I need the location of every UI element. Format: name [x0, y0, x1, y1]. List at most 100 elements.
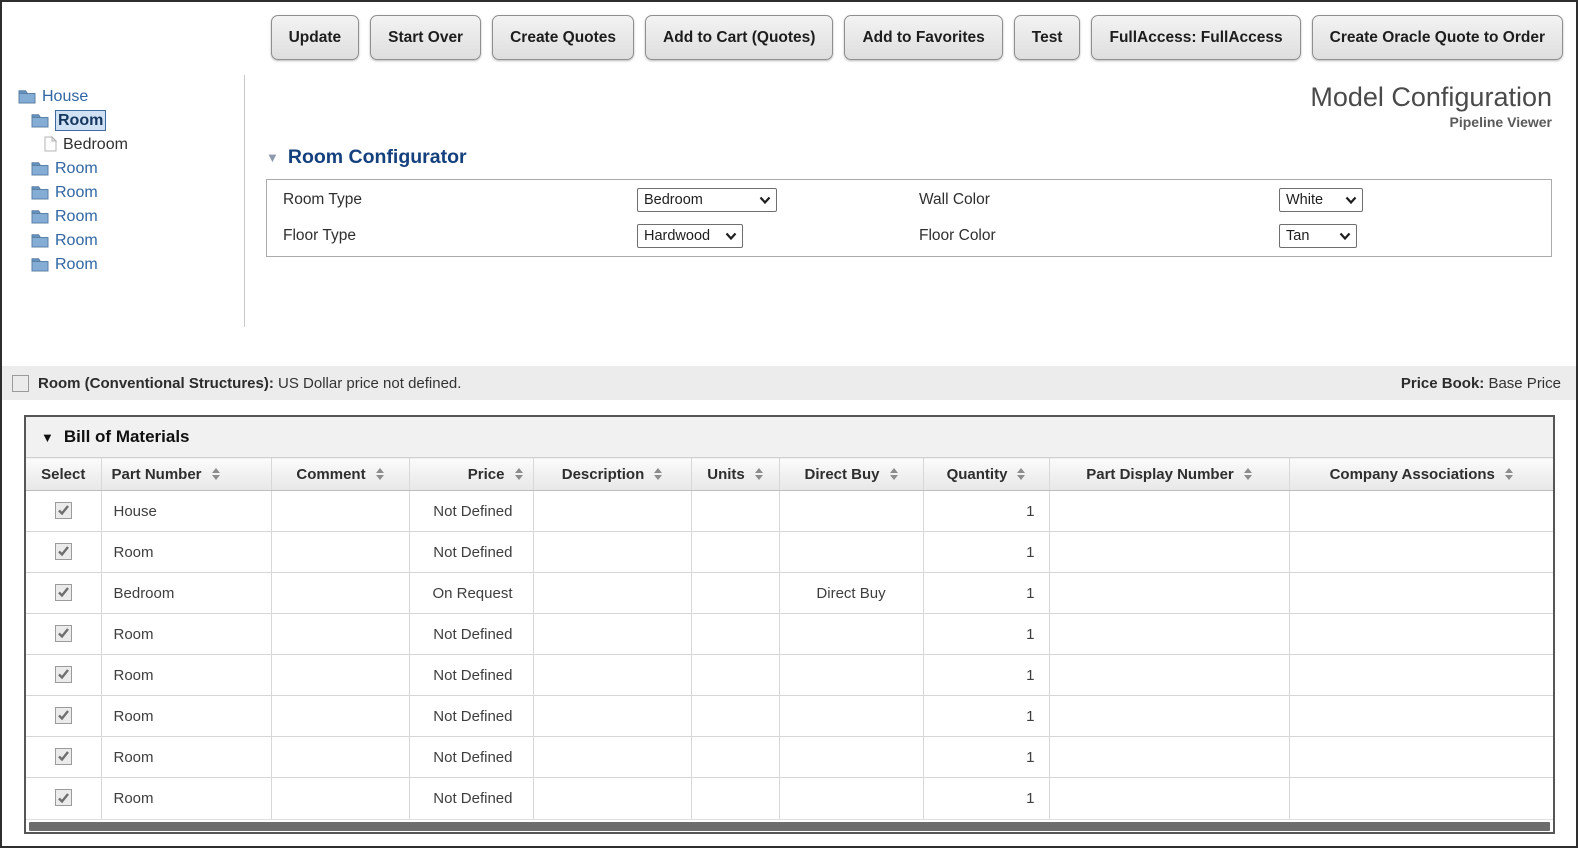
bill-of-materials-panel: ▼ Bill of Materials Select Part Number Com…: [24, 415, 1555, 834]
sort-icon[interactable]: [1017, 468, 1026, 480]
content-row: House Room Bedroom Room Room Room Room Room Mod…: [2, 75, 1576, 366]
folder-icon: [31, 257, 49, 272]
tree-node-label[interactable]: Room: [55, 207, 98, 226]
tree-node-room[interactable]: Room: [2, 252, 244, 276]
room-type-select[interactable]: Bedroom: [637, 188, 777, 212]
units-cell: [690, 613, 779, 655]
row-select-checkbox[interactable]: [54, 789, 72, 806]
column-header-comment[interactable]: Comment: [270, 457, 409, 491]
tree-node-label[interactable]: Room: [55, 159, 98, 178]
tree-node-room[interactable]: Room: [2, 108, 244, 132]
row-select-checkbox[interactable]: [54, 583, 72, 601]
test-button[interactable]: Test: [1013, 15, 1081, 60]
sort-icon[interactable]: [211, 468, 220, 480]
horizontal-scrollbar[interactable]: [26, 818, 1553, 832]
column-label: Part Number: [111, 465, 202, 483]
tree-node-room[interactable]: Room: [2, 180, 244, 204]
sort-icon[interactable]: [375, 468, 384, 480]
sort-icon[interactable]: [1243, 468, 1252, 480]
part-number-cell: Room: [100, 736, 271, 778]
column-label: Select: [41, 465, 86, 483]
column-header-price[interactable]: Price: [408, 457, 533, 491]
room-type-select-wrap: Bedroom: [637, 188, 777, 212]
fullaccess-fullaccess-button[interactable]: FullAccess: FullAccess: [1091, 15, 1301, 60]
create-oracle-quote-to-order-button[interactable]: Create Oracle Quote to Order: [1311, 15, 1563, 60]
wall-color-select-wrap: White: [1279, 188, 1363, 212]
price-book-value: Base Price: [1488, 374, 1561, 392]
sort-icon[interactable]: [654, 468, 663, 480]
row-select-checkbox[interactable]: [54, 665, 72, 683]
scrollbar-thumb[interactable]: [29, 821, 1550, 831]
row-select-checkbox[interactable]: [54, 501, 72, 519]
table-row: Room Not Defined 1: [26, 531, 1553, 573]
price-cell: Not Defined: [408, 736, 533, 778]
tree-node-room[interactable]: Room: [2, 228, 244, 252]
description-cell: [532, 777, 691, 819]
part-number-cell: House: [100, 490, 271, 532]
column-header-direct-buy[interactable]: Direct Buy: [778, 457, 923, 491]
room-configurator-section: ▼ Room Configurator Room Type Bedroom Wall…: [266, 146, 1552, 257]
comment-cell: [270, 695, 409, 737]
description-cell: [532, 695, 691, 737]
folder-icon: [31, 185, 49, 200]
sort-icon[interactable]: [889, 468, 898, 480]
direct-buy-cell: [778, 490, 923, 532]
table-row: Room Not Defined 1: [26, 613, 1553, 655]
tree-node-label[interactable]: Room: [55, 183, 98, 202]
quantity-cell: 1: [922, 654, 1049, 696]
direct-buy-cell: [778, 695, 923, 737]
comment-cell: [270, 736, 409, 778]
price-book-label: Price Book:: [1400, 374, 1485, 392]
floor-type-select[interactable]: Hardwood: [637, 224, 743, 248]
column-header-quantity[interactable]: Quantity: [922, 457, 1049, 491]
wall-color-select[interactable]: White: [1279, 188, 1363, 212]
tree-node-room[interactable]: Room: [2, 156, 244, 180]
add-to-cart-quotes-button[interactable]: Add to Cart (Quotes): [645, 15, 834, 60]
row-select-checkbox[interactable]: [54, 542, 72, 560]
column-header-company-associations[interactable]: Company Associations: [1288, 457, 1553, 491]
update-button[interactable]: Update: [270, 15, 360, 60]
bom-table-body: House Not Defined 1 Room Not Defined 1 Bedroom…: [26, 490, 1553, 819]
column-header-description[interactable]: Description: [532, 457, 691, 491]
quantity-cell: 1: [922, 531, 1049, 573]
column-label: Comment: [296, 465, 366, 483]
price-cell: Not Defined: [408, 613, 533, 655]
sort-icon[interactable]: [1504, 468, 1513, 480]
create-quotes-button[interactable]: Create Quotes: [492, 15, 635, 60]
price-cell: Not Defined: [408, 654, 533, 696]
folder-icon: [31, 233, 49, 248]
row-select-checkbox[interactable]: [54, 624, 72, 642]
sort-icon[interactable]: [754, 468, 763, 480]
add-to-favorites-button[interactable]: Add to Favorites: [844, 15, 1003, 60]
units-cell: [690, 531, 779, 573]
tree-node-label[interactable]: Room: [55, 231, 98, 250]
sort-icon[interactable]: [514, 468, 523, 480]
floor-color-select[interactable]: Tan: [1279, 224, 1357, 248]
column-header-part-number[interactable]: Part Number: [100, 457, 271, 491]
row-select-checkbox[interactable]: [54, 747, 72, 765]
tree-node-label[interactable]: Room: [55, 109, 107, 131]
price-cell: Not Defined: [408, 695, 533, 737]
room-type-label: Room Type: [283, 191, 362, 208]
part-number-cell: Room: [100, 654, 271, 696]
tree-node-house[interactable]: House: [2, 84, 244, 108]
room-configurator-panel: Room Type Bedroom Wall Color White Floor Typ…: [266, 179, 1552, 257]
tree-node-label[interactable]: Room: [55, 255, 98, 274]
collapse-caret-icon[interactable]: ▼: [266, 150, 279, 165]
column-header-part-display-number[interactable]: Part Display Number: [1048, 457, 1289, 491]
row-select-checkbox[interactable]: [54, 706, 72, 724]
page-subtitle: Pipeline Viewer: [1449, 114, 1552, 130]
tree-node-bedroom[interactable]: Bedroom: [2, 132, 244, 156]
price-line-checkbox[interactable]: [12, 374, 29, 392]
tree-node-label[interactable]: Bedroom: [63, 135, 128, 154]
main-area: Model Configuration Pipeline Viewer ▼ Ro…: [245, 75, 1576, 366]
description-cell: [532, 531, 691, 573]
start-over-button[interactable]: Start Over: [370, 15, 482, 60]
collapse-caret-icon[interactable]: ▼: [41, 430, 54, 445]
select-cell: [26, 531, 101, 573]
column-header-units[interactable]: Units: [690, 457, 779, 491]
tree-node-label[interactable]: House: [42, 87, 88, 106]
tree-node-room[interactable]: Room: [2, 204, 244, 228]
part-display-number-cell: [1048, 736, 1289, 778]
comment-cell: [270, 531, 409, 573]
